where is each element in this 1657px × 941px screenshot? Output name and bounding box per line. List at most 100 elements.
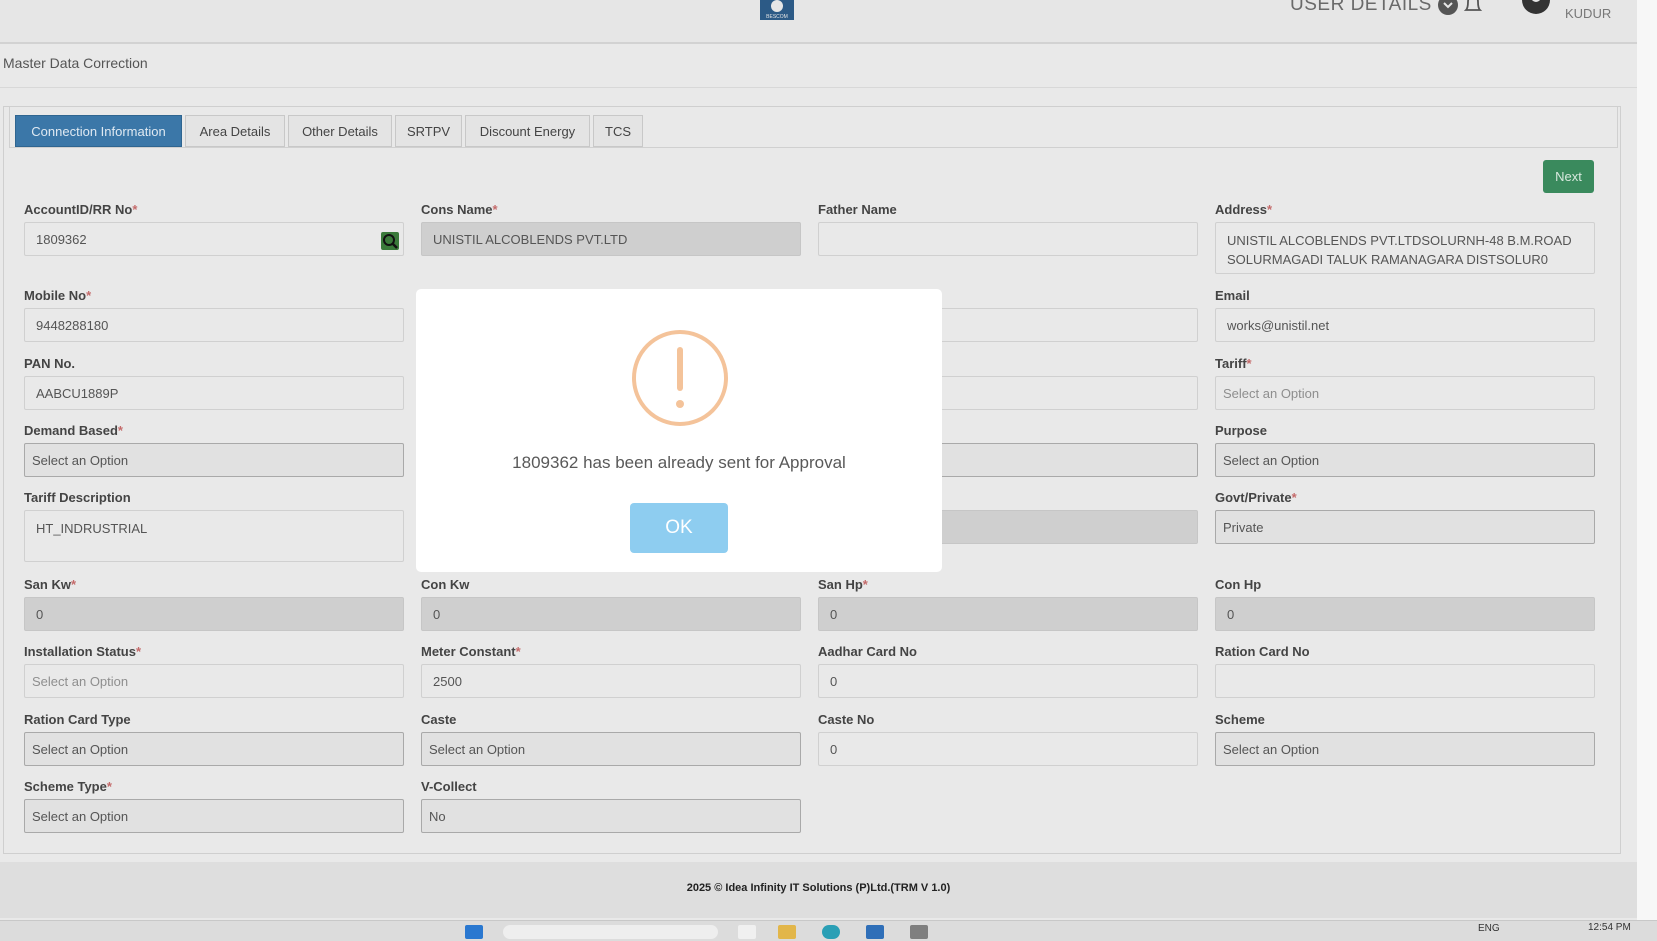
v-collect-select[interactable]: No: [421, 799, 801, 833]
field-label: Father Name: [818, 202, 897, 217]
required-mark: *: [132, 202, 138, 217]
field-label: Email: [1215, 288, 1250, 303]
field-label: San Kw: [24, 577, 71, 592]
required-mark: *: [492, 202, 498, 217]
field-label: Aadhar Card No: [818, 644, 917, 659]
mobile-input[interactable]: 9448288180: [24, 308, 404, 342]
field-label: Ration Card No: [1215, 644, 1310, 659]
purpose-select[interactable]: Select an Option: [1215, 443, 1595, 477]
scheme-type-field: Scheme Type* Select an Option: [24, 779, 404, 833]
divider: [0, 87, 1637, 88]
caste-no-input[interactable]: 0: [818, 732, 1198, 766]
demand-based-select[interactable]: Select an Option: [24, 443, 404, 477]
tab-bar: Connection Information Area Details Othe…: [9, 107, 1618, 148]
field-value: Select an Option: [32, 808, 129, 824]
language-indicator[interactable]: ENG: [1478, 923, 1500, 934]
tab-discount-energy[interactable]: Discount Energy: [465, 115, 590, 147]
installation-status-select[interactable]: Select an Option: [24, 664, 404, 698]
field-value: Select an Option: [32, 673, 129, 689]
tab-connection-information[interactable]: Connection Information: [15, 115, 182, 147]
tab-area-details[interactable]: Area Details: [185, 115, 285, 147]
clock[interactable]: 12:54 PM: [1588, 922, 1631, 933]
chevron-down-icon: [1437, 0, 1458, 15]
top-header: BESCOM USER DETAILS KUDUR: [0, 0, 1657, 44]
field-label: V-Collect: [421, 779, 477, 794]
tab-srtpv[interactable]: SRTPV: [395, 115, 462, 147]
cons-name-field: Cons Name* UNISTIL ALCOBLENDS PVT.LTD: [421, 202, 801, 256]
field-label: Mobile No: [24, 288, 87, 303]
field-label: Con Hp: [1215, 577, 1262, 592]
os-taskbar: ENG 12:54 PM: [0, 920, 1657, 941]
required-mark: *: [117, 423, 123, 438]
field-value: Select an Option: [32, 452, 129, 468]
taskbar-search-icon[interactable]: [503, 925, 718, 939]
ok-button[interactable]: OK: [630, 503, 728, 553]
footer: 2025 © Idea Infinity IT Solutions (P)Ltd…: [0, 862, 1637, 918]
bescom-logo: BESCOM: [760, 0, 794, 20]
father-name-field: Father Name: [818, 202, 1198, 256]
alert-modal: 1809362 has been already sent for Approv…: [416, 289, 942, 572]
field-value: 2500: [433, 673, 462, 689]
scheme-select[interactable]: Select an Option: [1215, 732, 1595, 766]
field-label: San Hp: [818, 577, 863, 592]
field-value: 0: [433, 606, 441, 622]
field-label: Scheme: [1215, 712, 1265, 727]
father-name-input[interactable]: [818, 222, 1198, 256]
cons-name-input: UNISTIL ALCOBLENDS PVT.LTD: [421, 222, 801, 256]
user-avatar-icon[interactable]: [1520, 0, 1552, 16]
field-value: 0: [36, 606, 44, 622]
store-icon[interactable]: [866, 925, 884, 939]
field-value: 1809362: [36, 231, 87, 247]
user-details-menu[interactable]: USER DETAILS: [1290, 0, 1458, 16]
con-hp-input: 0: [1215, 597, 1595, 631]
account-id-input[interactable]: 1809362: [24, 222, 404, 256]
demand-based-field: Demand Based* Select an Option: [24, 423, 404, 477]
tab-other-details[interactable]: Other Details: [288, 115, 392, 147]
field-value: 0: [1227, 606, 1235, 622]
field-label: Caste: [421, 712, 457, 727]
svg-text:BESCOM: BESCOM: [766, 14, 788, 20]
tariff-description-textarea[interactable]: HT_INDRUSTRIAL: [24, 510, 404, 562]
tariff-field: Tariff* Select an Option: [1215, 356, 1595, 410]
search-icon[interactable]: [381, 232, 399, 250]
caste-select[interactable]: Select an Option: [421, 732, 801, 766]
purpose-field: Purpose Select an Option: [1215, 423, 1595, 477]
san-kw-input: 0: [24, 597, 404, 631]
email-input[interactable]: works@unistil.net: [1215, 308, 1595, 342]
meter-constant-input[interactable]: 2500: [421, 664, 801, 698]
field-value: AABCU1889P: [36, 385, 119, 401]
next-button[interactable]: Next: [1543, 160, 1594, 193]
edge-browser-icon[interactable]: [822, 925, 840, 939]
tariff-select[interactable]: Select an Option: [1215, 376, 1595, 410]
modal-message: 1809362 has been already sent for Approv…: [512, 453, 846, 472]
window-edge: [1637, 0, 1657, 940]
aadhar-input[interactable]: 0: [818, 664, 1198, 698]
govt-private-select[interactable]: Private: [1215, 510, 1595, 544]
field-value: 0: [830, 673, 838, 689]
taskbar-app-icon[interactable]: [910, 925, 928, 939]
field-value: No: [429, 808, 446, 824]
required-mark: *: [135, 644, 142, 659]
bell-icon[interactable]: [1462, 0, 1484, 21]
page-title: Master Data Correction: [3, 55, 148, 71]
field-value: Select an Option: [1223, 385, 1320, 401]
taskbar-app-icon[interactable]: [738, 925, 756, 939]
windows-start-icon[interactable]: [465, 925, 483, 939]
field-label: Con Kw: [421, 577, 470, 592]
pan-input[interactable]: AABCU1889P: [24, 376, 404, 410]
field-value: UNISTIL ALCOBLENDS PVT.LTD: [433, 231, 628, 247]
ration-card-type-select[interactable]: Select an Option: [24, 732, 404, 766]
field-value: Private: [1223, 519, 1264, 535]
ration-card-type-field: Ration Card Type Select an Option: [24, 712, 404, 766]
con-hp-field: Con Hp 0: [1215, 577, 1595, 631]
folder-icon[interactable]: [778, 925, 796, 939]
username: KUDUR: [1565, 6, 1612, 21]
tab-tcs[interactable]: TCS: [593, 115, 643, 147]
ration-card-no-input[interactable]: [1215, 664, 1595, 698]
scheme-type-select[interactable]: Select an Option: [24, 799, 404, 833]
address-textarea[interactable]: UNISTIL ALCOBLENDS PVT.LTDSOLURNH-48 B.M…: [1215, 222, 1595, 274]
footer-copyright: 2025 © Idea Infinity IT Solutions (P)Ltd…: [686, 882, 951, 894]
required-mark: *: [86, 288, 92, 303]
ration-card-no-field: Ration Card No: [1215, 644, 1595, 698]
required-mark: *: [106, 779, 112, 794]
